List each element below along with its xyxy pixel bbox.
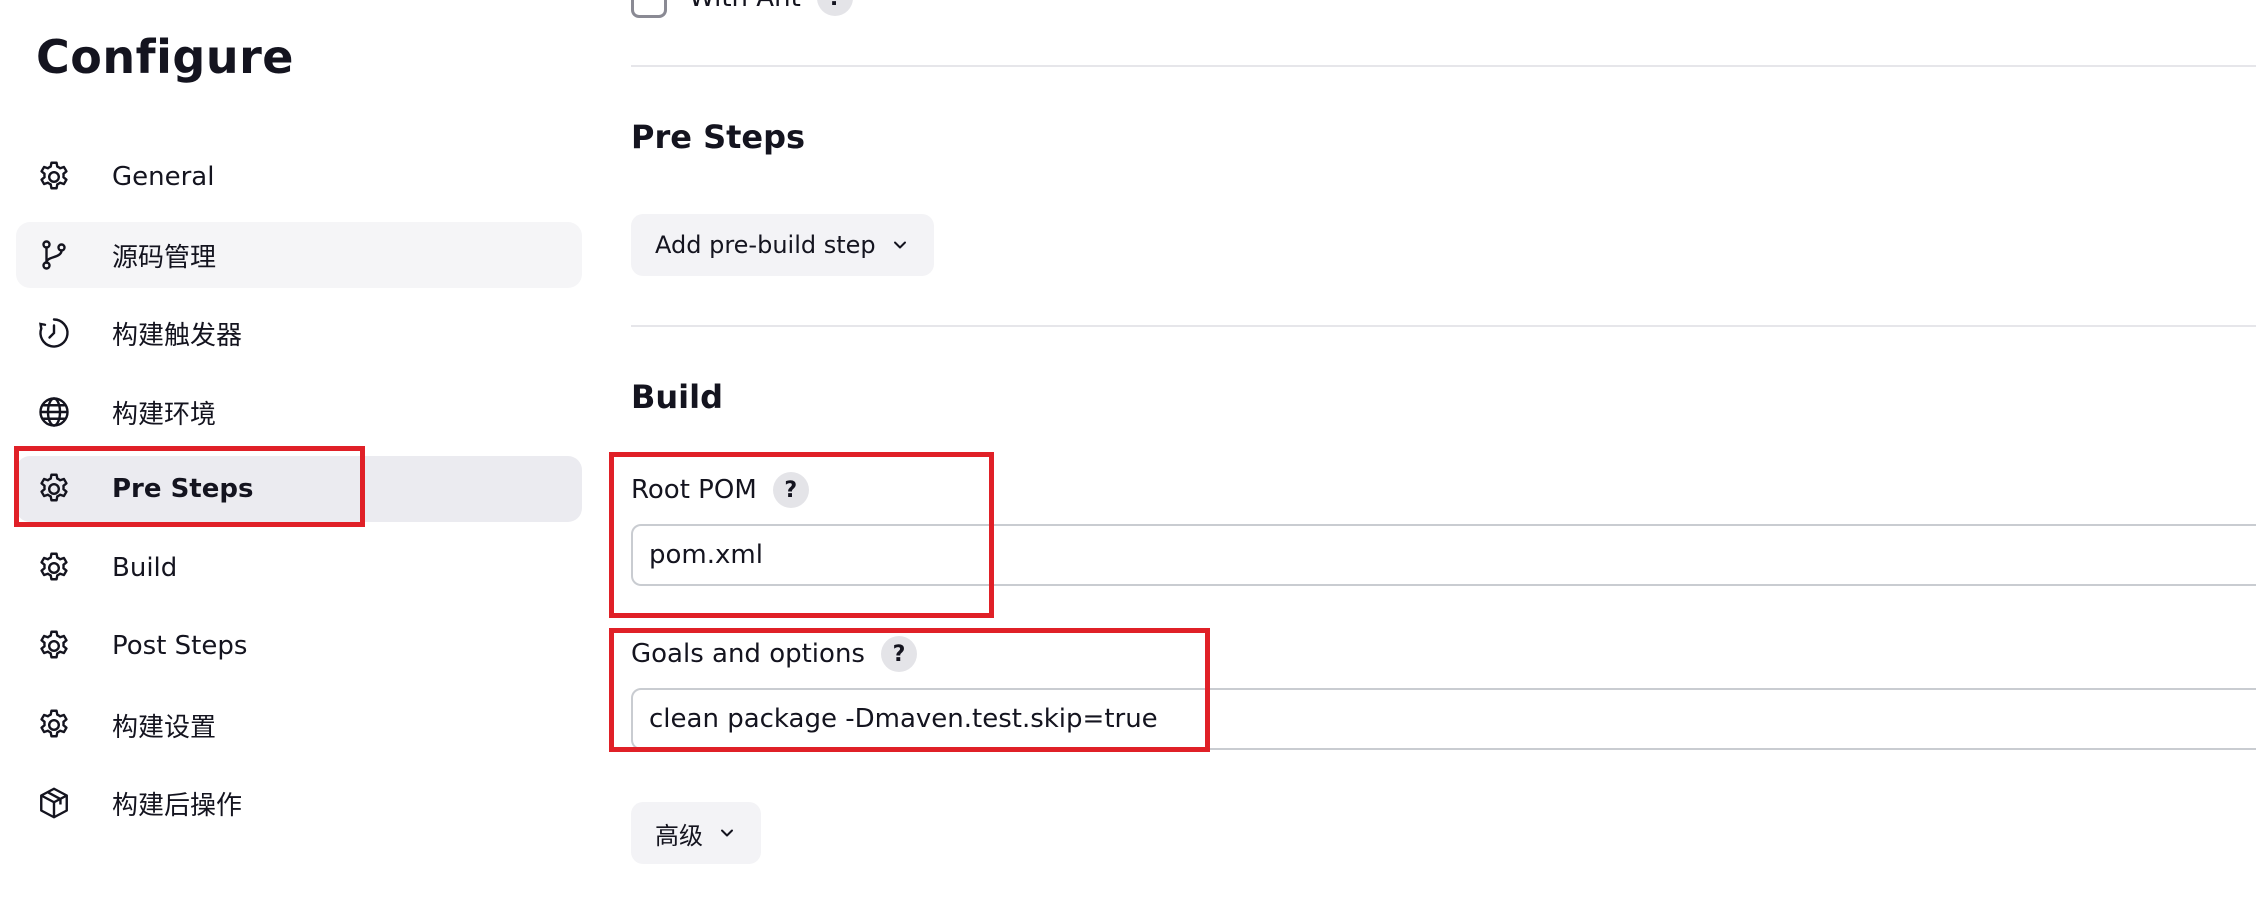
sidebar-item-scm[interactable]: 源码管理: [16, 222, 582, 288]
gear-icon: [36, 471, 72, 507]
help-icon[interactable]: ?: [772, 472, 809, 508]
add-pre-build-step-button[interactable]: Add pre-build step: [631, 214, 934, 276]
sidebar-item-post-build-actions[interactable]: 构建后操作: [16, 770, 582, 836]
add-pre-build-step-label: Add pre-build step: [655, 231, 876, 259]
section-divider: [631, 65, 2256, 67]
sidebar-item-build-environment[interactable]: 构建环境: [16, 379, 582, 445]
globe-icon: [36, 394, 72, 430]
pre-steps-title: Pre Steps: [631, 118, 806, 156]
with-ant-checkbox[interactable]: [631, 0, 667, 18]
sidebar-item-label: 构建设置: [112, 712, 217, 743]
git-branch-icon: [36, 237, 72, 273]
gear-icon: [36, 707, 72, 743]
sidebar: Configure General 源码管理 构建触发器 构建环境 Pre St…: [0, 0, 600, 900]
sidebar-item-post-steps[interactable]: Post Steps: [16, 613, 582, 679]
root-pom-input[interactable]: [631, 524, 2256, 586]
sidebar-item-label: 构建后操作: [112, 790, 243, 821]
advanced-label: 高级: [655, 821, 703, 850]
sidebar-item-label: General: [112, 162, 215, 192]
sidebar-item-pre-steps[interactable]: Pre Steps: [16, 456, 582, 522]
gear-icon: [36, 550, 72, 586]
build-title: Build: [631, 378, 724, 416]
sidebar-item-label: Build: [112, 553, 178, 583]
root-pom-label: Root POM ?: [631, 472, 809, 508]
advanced-button[interactable]: 高级: [631, 802, 761, 864]
page-title: Configure: [36, 30, 294, 84]
main-content: With Ant ? Pre Steps Add pre-build step …: [631, 0, 2256, 900]
sidebar-item-general[interactable]: General: [16, 144, 582, 210]
clock-icon: [36, 315, 72, 351]
gear-icon: [36, 628, 72, 664]
goals-input[interactable]: [631, 688, 2256, 750]
sidebar-item-label: 构建触发器: [112, 320, 243, 351]
sidebar-item-label: Post Steps: [112, 631, 248, 661]
sidebar-item-build-triggers[interactable]: 构建触发器: [16, 300, 582, 366]
package-icon: [36, 785, 72, 821]
sidebar-item-label: 源码管理: [112, 242, 217, 273]
goals-label-text: Goals and options: [631, 639, 865, 669]
root-pom-label-text: Root POM: [631, 475, 757, 505]
with-ant-label: With Ant: [689, 0, 801, 13]
sidebar-item-label: Pre Steps: [112, 474, 254, 504]
chevron-down-icon: [721, 829, 733, 837]
with-ant-option: With Ant ?: [631, 0, 853, 24]
sidebar-item-build-settings[interactable]: 构建设置: [16, 692, 582, 758]
help-icon[interactable]: ?: [816, 0, 853, 16]
gear-icon: [36, 159, 72, 195]
help-icon[interactable]: ?: [880, 636, 917, 672]
goals-label: Goals and options ?: [631, 636, 917, 672]
sidebar-item-label: 构建环境: [112, 399, 217, 430]
chevron-down-icon: [893, 241, 906, 249]
section-divider: [631, 325, 2256, 327]
sidebar-item-build[interactable]: Build: [16, 535, 582, 601]
